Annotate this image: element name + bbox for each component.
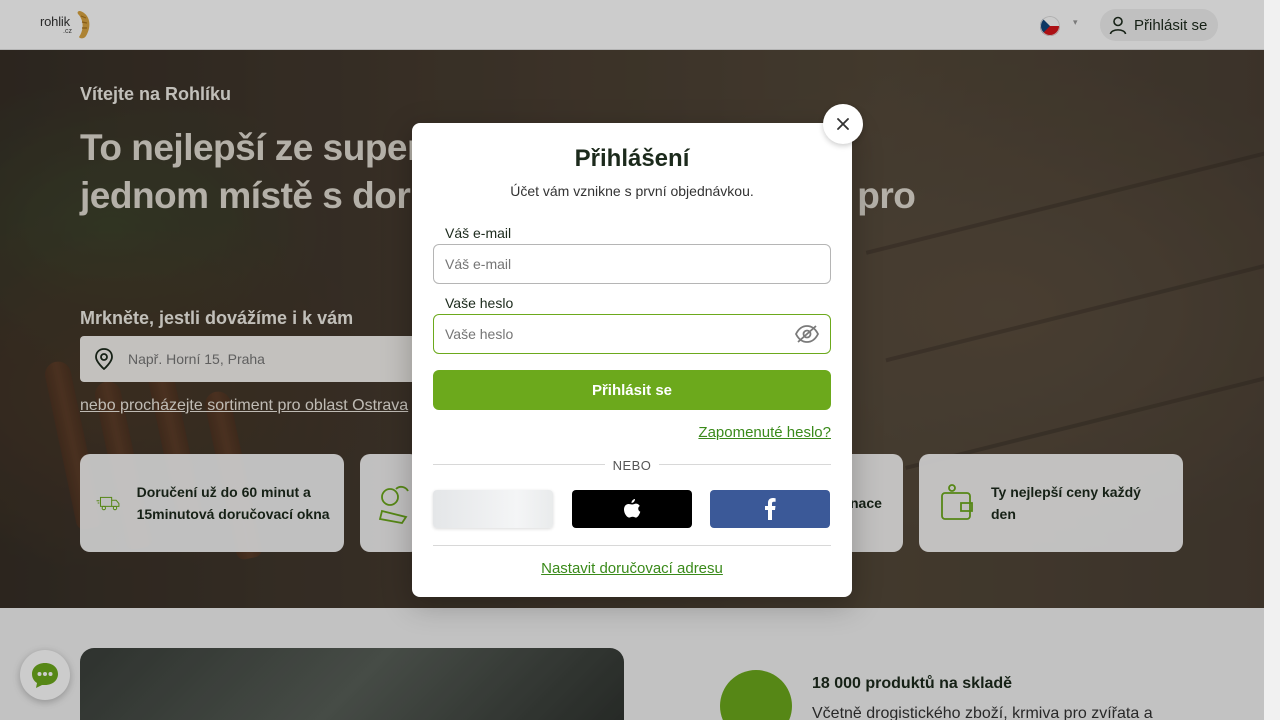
page-scrollbar[interactable] — [1264, 0, 1280, 720]
email-label: Váš e-mail — [445, 225, 512, 241]
email-field[interactable] — [433, 244, 831, 284]
login-modal: Přihlášení Účet vám vznikne s první obje… — [412, 123, 852, 597]
facebook-icon — [765, 498, 776, 520]
divider-label: NEBO — [412, 457, 852, 475]
modal-close-button[interactable] — [823, 104, 863, 144]
eye-off-icon[interactable] — [795, 324, 819, 344]
google-login-button[interactable] — [433, 490, 553, 528]
login-submit-button[interactable]: Přihlásit se — [433, 370, 831, 410]
password-field[interactable] — [433, 314, 831, 354]
close-icon — [837, 118, 849, 130]
divider-line-bottom — [433, 545, 831, 546]
apple-login-button[interactable] — [572, 490, 692, 528]
divider-text: NEBO — [604, 458, 660, 473]
password-label: Vaše heslo — [445, 295, 514, 311]
modal-title: Přihlášení — [574, 145, 690, 172]
forgot-password-link[interactable]: Zapomenuté heslo? — [698, 424, 831, 441]
modal-subtitle: Účet vám vznikne s první objednávkou. — [510, 183, 754, 199]
set-delivery-address-link[interactable]: Nastavit doručovací adresu — [412, 560, 852, 577]
apple-icon — [624, 499, 641, 518]
facebook-login-button[interactable] — [710, 490, 830, 528]
